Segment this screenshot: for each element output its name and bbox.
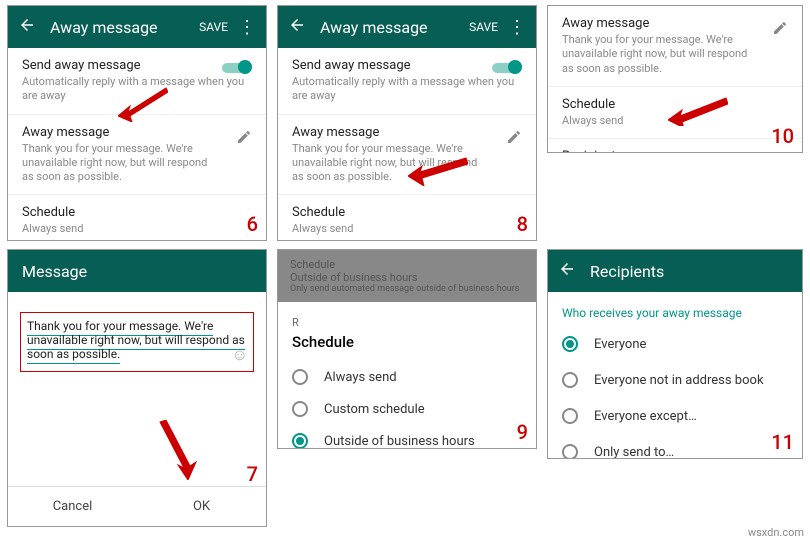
- schedule-sub: Always send: [22, 222, 252, 236]
- send-away-toggle[interactable]: [492, 60, 522, 76]
- recipients-option-label: Everyone: [594, 337, 646, 352]
- away-message-sub: Thank you for your message. We're unavai…: [292, 142, 482, 185]
- schedule-dialog: R Schedule Always send Custom schedule O…: [278, 302, 536, 449]
- ok-button[interactable]: OK: [137, 487, 266, 526]
- more-icon[interactable]: ⋮: [238, 17, 256, 38]
- edit-icon[interactable]: [236, 129, 252, 149]
- more-icon[interactable]: ⋮: [508, 17, 526, 38]
- step-number: 7: [247, 462, 258, 486]
- schedule-title: Schedule: [562, 97, 788, 112]
- recipients-option[interactable]: Everyone except…: [548, 398, 802, 434]
- app-title: Away message: [320, 18, 469, 37]
- emoji-icon[interactable]: ☺: [232, 345, 248, 365]
- app-title: Away message: [50, 18, 199, 37]
- watermark: wsxdn.com: [748, 526, 804, 539]
- back-icon[interactable]: [18, 16, 38, 38]
- app-bar: Away message SAVE ⋮: [278, 6, 536, 48]
- step-number: 9: [517, 420, 528, 444]
- schedule-option[interactable]: Custom schedule: [292, 393, 522, 425]
- message-input[interactable]: Thank you for your message. We're unavai…: [20, 312, 254, 372]
- send-away-sub: Automatically reply with a message when …: [22, 75, 252, 104]
- message-text: Thank you for your message. We're unavai…: [27, 319, 245, 364]
- app-title: Recipients: [590, 262, 792, 281]
- schedule-title: Schedule: [22, 205, 252, 220]
- away-message-row[interactable]: Away message Thank you for your message.…: [278, 115, 536, 196]
- away-message-sub: Thank you for your message. We're unavai…: [22, 142, 212, 185]
- dim-title: Schedule: [290, 258, 524, 271]
- away-message-sub: Thank you for your message. We're unavai…: [562, 33, 752, 76]
- away-message-title: Away message: [562, 16, 788, 31]
- dimmed-background: Schedule Outside of business hours Only …: [278, 250, 536, 302]
- step-number: 6: [247, 212, 258, 236]
- schedule-row[interactable]: Schedule Always send: [548, 87, 802, 139]
- send-away-row[interactable]: Send away message Automatically reply wi…: [278, 48, 536, 115]
- schedule-row[interactable]: Schedule Always send: [8, 195, 266, 241]
- away-message-row[interactable]: Away message Thank you for your message.…: [8, 115, 266, 196]
- send-away-sub: Automatically reply with a message when …: [292, 75, 522, 104]
- schedule-option-label: Outside of business hours: [324, 434, 475, 449]
- schedule-option-label: Always send: [324, 370, 397, 385]
- recipients-option[interactable]: Everyone not in address book: [548, 362, 802, 398]
- send-away-title: Send away message: [292, 58, 522, 73]
- schedule-option[interactable]: Always send: [292, 361, 522, 393]
- recipients-option[interactable]: Only send to…: [548, 434, 802, 459]
- recipients-option-label: Only send to…: [594, 445, 674, 460]
- schedule-option-label: Custom schedule: [324, 402, 425, 417]
- cancel-button[interactable]: Cancel: [8, 487, 137, 526]
- app-bar: Message: [8, 250, 266, 292]
- app-bar: Away message SAVE ⋮: [8, 6, 266, 48]
- send-away-toggle[interactable]: [222, 60, 252, 76]
- dialog-title: Message: [22, 262, 256, 281]
- recipients-option-label: Everyone except…: [594, 409, 697, 424]
- app-bar: Recipients: [548, 250, 802, 292]
- schedule-row[interactable]: Schedule Always send: [278, 195, 536, 241]
- back-icon[interactable]: [288, 16, 308, 38]
- step-number: 11: [771, 430, 794, 454]
- edit-icon[interactable]: [772, 20, 788, 40]
- radio-icon: [292, 369, 308, 385]
- send-away-title: Send away message: [22, 58, 252, 73]
- schedule-option[interactable]: Outside of business hours: [292, 425, 522, 449]
- schedule-sub: Always send: [562, 114, 788, 128]
- save-button[interactable]: SAVE: [199, 20, 228, 34]
- dim-sub: Outside of business hours: [290, 271, 524, 284]
- radio-icon: [562, 372, 578, 388]
- step-number: 8: [517, 212, 528, 236]
- radio-icon: [562, 444, 578, 459]
- radio-icon: [562, 336, 578, 352]
- back-icon[interactable]: [558, 260, 578, 282]
- recipients-title: Recipients: [562, 149, 788, 153]
- recipients-subhead: Who receives your away message: [548, 292, 802, 326]
- schedule-title: Schedule: [292, 205, 522, 220]
- radio-icon: [562, 408, 578, 424]
- recipients-option[interactable]: Everyone: [548, 326, 802, 362]
- radio-icon: [292, 433, 308, 449]
- schedule-dialog-title: Schedule: [292, 333, 522, 351]
- away-message-title: Away message: [22, 125, 252, 140]
- dialog-buttons: Cancel OK: [8, 486, 266, 526]
- recipients-option-label: Everyone not in address book: [594, 373, 764, 388]
- edit-icon[interactable]: [506, 129, 522, 149]
- arrow-annotation: [158, 420, 208, 480]
- radio-icon: [292, 401, 308, 417]
- recipients-row[interactable]: Recipients Send to everyone: [548, 139, 802, 153]
- send-away-row[interactable]: Send away message Automatically reply wi…: [8, 48, 266, 115]
- schedule-sub: Always send: [292, 222, 522, 236]
- away-message-row[interactable]: Away message Thank you for your message.…: [548, 6, 802, 87]
- away-message-title: Away message: [292, 125, 522, 140]
- step-number: 10: [771, 124, 794, 148]
- save-button[interactable]: SAVE: [469, 20, 498, 34]
- dim-sub2: Only send automated message outside of b…: [290, 284, 524, 294]
